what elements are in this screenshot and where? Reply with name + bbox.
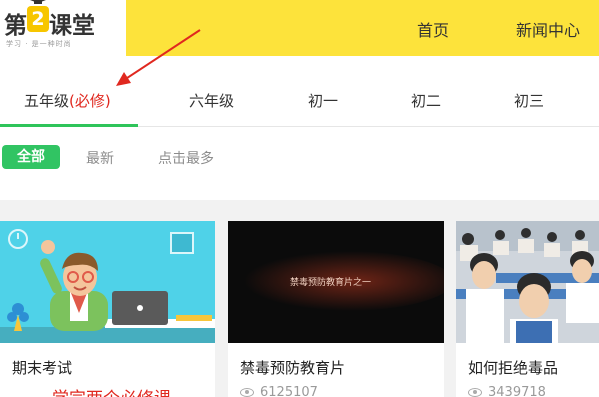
annotation-text: 学完两个必修课 [52,384,171,397]
annotation-arrow [116,29,201,86]
